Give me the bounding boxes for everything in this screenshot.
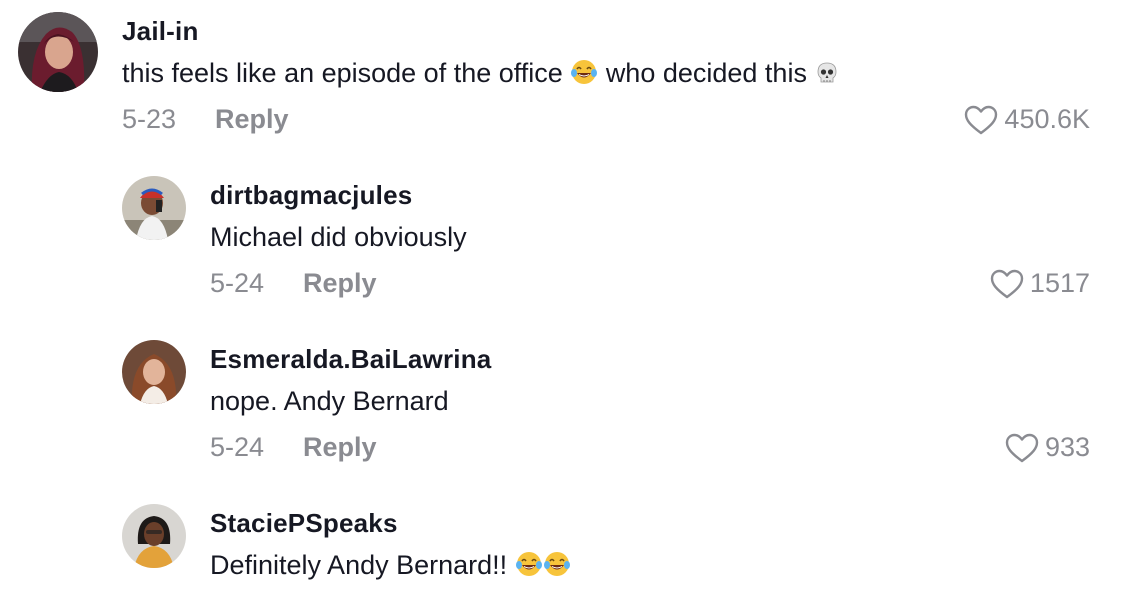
heart-icon[interactable] (990, 269, 1024, 299)
like-button[interactable]: 1517 (990, 268, 1090, 299)
avatar[interactable] (122, 176, 186, 240)
comment-username[interactable]: dirtbagmacjules (210, 180, 412, 211)
reply-button[interactable]: Reply (303, 432, 377, 463)
reply-button[interactable]: Reply (303, 268, 377, 299)
like-count: 1517 (1029, 268, 1090, 298)
avatar[interactable] (122, 340, 186, 404)
comment-date: 5-23 (122, 104, 177, 134)
avatar[interactable] (122, 504, 186, 568)
tears-of-joy-icon (543, 550, 571, 578)
comment-date: 5-24 (210, 268, 265, 298)
comment-text-part: who decided this (605, 58, 807, 88)
comment-text: this feels like an episode of the office… (122, 58, 840, 89)
like-button[interactable]: 933 (1005, 432, 1090, 463)
comment-text: Michael did obviously (210, 222, 467, 252)
comment-username[interactable]: Esmeralda.BaiLawrina (210, 344, 491, 375)
comment-text-part: Definitely Andy Bernard!! (210, 550, 508, 580)
comment-date: 5-24 (210, 432, 265, 462)
comment-text: nope. Andy Bernard (210, 386, 449, 416)
comment-text-part: this feels like an episode of the office (122, 58, 563, 88)
heart-icon[interactable] (1005, 433, 1039, 463)
heart-icon[interactable] (964, 105, 998, 135)
tears-of-joy-icon (515, 550, 543, 578)
like-count: 450.6K (1004, 104, 1090, 134)
reply-button[interactable]: Reply (215, 104, 289, 135)
comment-username[interactable]: Jail-in (122, 16, 199, 47)
like-button[interactable]: 450.6K (964, 104, 1090, 135)
like-count: 933 (1044, 432, 1090, 462)
avatar[interactable] (18, 12, 98, 92)
comment-text: Definitely Andy Bernard!! (210, 550, 571, 581)
tears-of-joy-icon (570, 58, 598, 86)
comment-username[interactable]: StaciePSpeaks (210, 508, 398, 539)
skull-icon (814, 60, 840, 86)
